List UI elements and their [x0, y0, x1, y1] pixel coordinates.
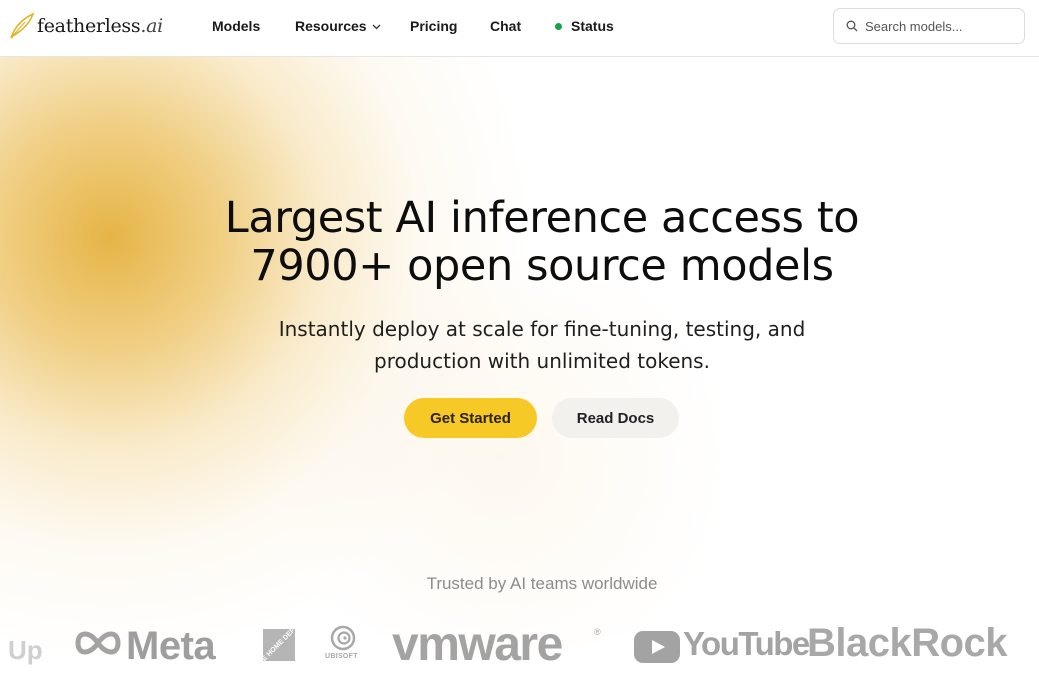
- blackrock-logo: BlackRock: [807, 621, 1008, 665]
- up-logo: Up: [8, 635, 43, 665]
- ubisoft-swirl-icon: [330, 625, 356, 651]
- top-navbar: featherless.ai Models Resources Pricing …: [0, 0, 1039, 57]
- logo-suffix: .ai: [140, 15, 163, 37]
- logo-main: featherless: [37, 15, 141, 37]
- chevron-down-icon: [372, 24, 381, 29]
- nav-chat[interactable]: Chat: [490, 18, 521, 35]
- vmware-registered-mark: ®: [594, 627, 601, 637]
- hero-subline-line1: Instantly deploy at scale for fine-tunin…: [278, 317, 806, 341]
- search-input[interactable]: [865, 16, 1017, 36]
- hero-subheadline: Instantly deploy at scale for fine-tunin…: [0, 313, 1039, 377]
- feather-icon: [10, 12, 35, 39]
- ubisoft-logo: UBISOFT: [325, 653, 358, 660]
- read-docs-button[interactable]: Read Docs: [552, 398, 679, 438]
- hero-headline: Largest AI inference access to 7900+ ope…: [0, 194, 1039, 290]
- customer-logo-strip: Up Meta THE HOME DEPOT UBISOFT vmware ® …: [0, 615, 1039, 671]
- meta-infinity-icon: [75, 631, 121, 655]
- hero-subline-line2: production with unlimited tokens.: [374, 349, 710, 373]
- search-icon: [846, 20, 858, 32]
- hero-section: Largest AI inference access to 7900+ ope…: [0, 57, 1039, 678]
- hero-headline-line1: Largest AI inference access to: [224, 193, 860, 243]
- nav-models[interactable]: Models: [212, 18, 260, 35]
- home-depot-text: THE HOME DEPOT: [253, 619, 304, 670]
- get-started-button[interactable]: Get Started: [404, 398, 537, 438]
- search-box[interactable]: [833, 8, 1025, 44]
- vmware-logo: vmware: [392, 618, 563, 671]
- meta-logo: Meta: [126, 624, 216, 668]
- status-indicator-dot: [555, 23, 562, 30]
- hero-headline-line2: 7900+ open source models: [250, 241, 834, 291]
- nav-resources-label: Resources: [295, 18, 367, 34]
- home-depot-logo: THE HOME DEPOT: [254, 620, 304, 670]
- logo-text: featherless.ai: [37, 15, 163, 37]
- trusted-label: Trusted by AI teams worldwide: [426, 574, 658, 593]
- featherless-logo[interactable]: featherless.ai: [8, 9, 163, 43]
- nav-pricing[interactable]: Pricing: [410, 18, 457, 35]
- nav-status[interactable]: Status: [571, 18, 614, 35]
- youtube-play-icon: [634, 631, 680, 663]
- youtube-logo: YouTube: [683, 625, 810, 662]
- nav-resources[interactable]: Resources: [295, 18, 381, 35]
